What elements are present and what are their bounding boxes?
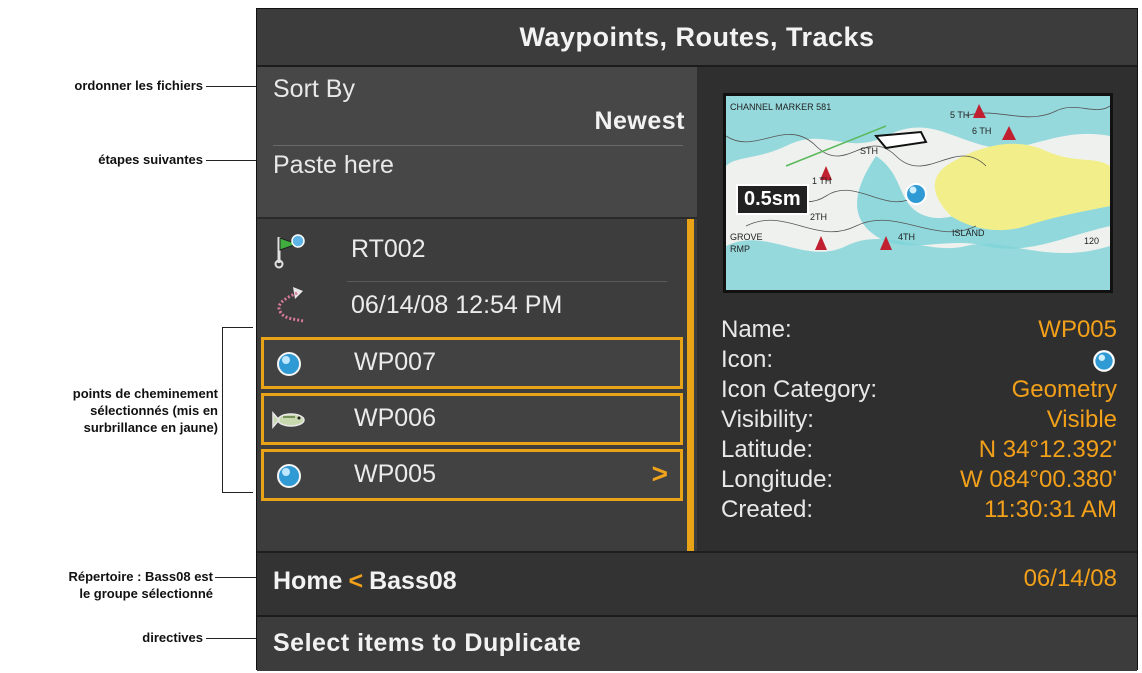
- list-item-label: WP005: [354, 460, 436, 488]
- route-icon: [274, 234, 305, 269]
- detail-row-category: Icon Category: Geometry: [721, 375, 1117, 405]
- icon-label: Icon:: [721, 346, 774, 373]
- map-label: CHANNEL MARKER 581: [730, 102, 831, 112]
- map-label: GROVE: [730, 232, 763, 242]
- detail-row-icon: Icon:: [721, 345, 1117, 375]
- list-item-waypoint[interactable]: WP007: [261, 337, 683, 389]
- map-label: ISLAND: [952, 228, 985, 238]
- created-time: 11:30:31 AM: [984, 496, 1117, 523]
- paste-here-item[interactable]: Paste here: [273, 151, 394, 180]
- name-label: Name:: [721, 316, 792, 343]
- icon-category-label: Icon Category:: [721, 376, 878, 403]
- item-list: RT002 06/14/08 12:54 PM WP007 WP006 WP00…: [257, 219, 687, 551]
- annotation-directory-line1: Répertoire : Bass08 est: [68, 569, 213, 584]
- map-label: RMP: [730, 244, 750, 254]
- annotation-selected-line1: points de cheminement: [72, 386, 218, 401]
- detail-row-longitude: Longitude: W 084°00.380': [721, 465, 1117, 495]
- detail-row-visibility: Visibility: Visible: [721, 405, 1117, 435]
- annotation-instructions: directives: [142, 630, 203, 645]
- map-label: STH: [860, 146, 878, 156]
- sort-by-value[interactable]: Newest: [594, 107, 685, 136]
- map-label: 1 TH: [812, 176, 831, 186]
- annotation-directory: Répertoire : Bass08 est le groupe sélect…: [0, 568, 213, 602]
- detail-row-created: Created: 11:30:31 AM: [721, 495, 1117, 525]
- waypoint-ball-icon: [277, 464, 301, 488]
- detail-pane: CHANNEL MARKER 581 5 TH 6 TH STH 1 TH 2T…: [697, 67, 1137, 551]
- list-item-waypoint[interactable]: WP006: [261, 393, 683, 445]
- map-label: 2TH: [810, 212, 827, 222]
- longitude-value: W 084°00.380': [960, 466, 1117, 493]
- scrollbar[interactable]: [687, 219, 694, 551]
- detail-row-latitude: Latitude: N 34°12.392': [721, 435, 1117, 465]
- longitude-label: Longitude:: [721, 466, 834, 493]
- icon-category-value: Geometry: [1011, 376, 1117, 403]
- chart-map-preview: CHANNEL MARKER 581 5 TH 6 TH STH 1 TH 2T…: [723, 93, 1113, 293]
- sort-panel: Sort By Newest Paste here: [257, 67, 697, 219]
- annotation-directory-line2: le groupe sélectionné: [79, 586, 213, 601]
- track-icon: [277, 287, 304, 323]
- annotation-selected-line3: surbrillance en jaune): [83, 420, 218, 435]
- waypoint-ball-icon: [1093, 350, 1115, 372]
- list-item-label: WP007: [354, 348, 436, 376]
- instruction-bar: Select items to Duplicate: [257, 615, 1137, 671]
- waypoint-ball-icon: [277, 352, 301, 376]
- sort-by-label[interactable]: Sort By: [273, 75, 355, 104]
- visibility-label: Visibility:: [721, 406, 814, 433]
- breadcrumb-path: Home < Bass08: [273, 567, 457, 596]
- list-item-route[interactable]: RT002: [261, 225, 683, 277]
- latitude-label: Latitude:: [721, 436, 814, 463]
- breadcrumb-group[interactable]: Bass08: [369, 567, 457, 595]
- map-label: 6 TH: [972, 126, 991, 136]
- created-date: 06/14/08: [1023, 565, 1117, 592]
- map-label: 5 TH: [950, 110, 969, 120]
- list-pane: Sort By Newest Paste here RT002 06/14/08…: [257, 67, 697, 551]
- list-item-waypoint[interactable]: WP005 >: [261, 449, 683, 501]
- map-label: 120: [1084, 236, 1099, 246]
- device-screen: Waypoints, Routes, Tracks Sort By Newest…: [256, 8, 1138, 671]
- detail-row-name: Name: WP005: [721, 315, 1117, 345]
- annotation-sort: ordonner les fichiers: [74, 78, 203, 93]
- annotation-paste: étapes suivantes: [98, 152, 203, 167]
- chevron-left-icon: <: [348, 567, 364, 595]
- created-label: Created:: [721, 496, 814, 523]
- divider: [273, 145, 683, 146]
- list-item-label: WP006: [354, 404, 436, 432]
- breadcrumb-home[interactable]: Home: [273, 567, 342, 595]
- list-item-track[interactable]: 06/14/08 12:54 PM: [261, 281, 683, 333]
- visibility-value: Visible: [1046, 406, 1117, 433]
- latitude-value: N 34°12.392': [978, 436, 1117, 463]
- breadcrumb: Home < Bass08 06/14/08: [257, 551, 1137, 615]
- annotation-selected: points de cheminement sélectionnés (mis …: [0, 385, 218, 436]
- screen-title: Waypoints, Routes, Tracks: [257, 9, 1137, 67]
- map-scale-label: 0.5sm: [736, 184, 809, 215]
- map-label: 4TH: [898, 232, 915, 242]
- selection-bracket: [222, 327, 253, 493]
- list-item-label: 06/14/08 12:54 PM: [351, 291, 563, 319]
- annotation-selected-line2: sélectionnés (mis en: [90, 403, 218, 418]
- list-item-label: RT002: [351, 235, 426, 263]
- instruction-text: Select items to Duplicate: [273, 629, 582, 657]
- waypoint-details: Name: WP005 Icon: Icon Category: Geometr…: [721, 315, 1117, 525]
- name-value: WP005: [1038, 316, 1117, 343]
- fish-icon: [272, 410, 305, 430]
- chevron-right-icon[interactable]: >: [652, 458, 668, 490]
